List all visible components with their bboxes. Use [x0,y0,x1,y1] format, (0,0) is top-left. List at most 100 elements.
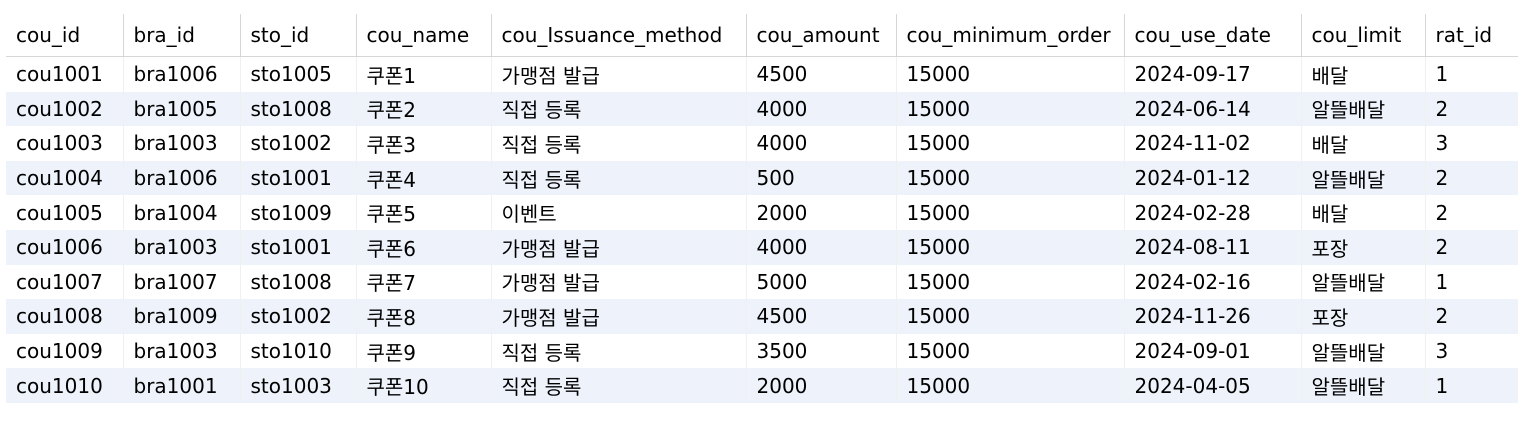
cell-bra-id[interactable]: bra1004 [123,195,241,230]
table-row[interactable]: cou1009 bra1003 sto1010 쿠폰9 직접 등록 3500 15000 20… [6,333,1518,369]
cell-cou-minimum-order[interactable]: 15000 [896,299,1125,334]
column-header-cou-amount[interactable]: cou_amount [746,14,897,57]
cell-cou-limit[interactable]: 알뜰배달 [1301,91,1426,127]
cell-sto-id[interactable]: sto1010 [240,333,357,369]
cell-bra-id[interactable]: bra1005 [123,91,241,127]
cell-cou-amount[interactable]: 4500 [746,56,897,92]
cell-sto-id[interactable]: sto1009 [240,195,357,230]
column-header-rat-id[interactable]: rat_id [1425,14,1518,57]
cell-cou-limit[interactable]: 포장 [1301,229,1426,265]
column-header-cou-minimum-order[interactable]: cou_minimum_order [896,14,1125,57]
column-header-cou-name[interactable]: cou_name [356,14,492,57]
cell-bra-id[interactable]: bra1003 [123,229,241,265]
cell-cou-limit[interactable]: 포장 [1301,299,1426,334]
cell-cou-name[interactable]: 쿠폰5 [356,195,492,230]
column-header-cou-id[interactable]: cou_id [6,14,124,57]
cell-cou-name[interactable]: 쿠폰1 [356,56,492,92]
cell-cou-use-date[interactable]: 2024-11-26 [1124,299,1302,334]
cell-cou-limit[interactable]: 배달 [1301,195,1426,230]
cell-cou-amount[interactable]: 5000 [746,264,897,300]
cell-cou-limit[interactable]: 알뜰배달 [1301,333,1426,369]
table-row[interactable]: cou1007 bra1007 sto1008 쿠폰7 가맹점 발급 5000 15000 2… [6,264,1518,300]
cell-cou-issuance-method[interactable]: 직접 등록 [491,160,747,196]
cell-cou-minimum-order[interactable]: 15000 [896,368,1125,403]
cell-rat-id[interactable]: 2 [1425,91,1518,127]
cell-sto-id[interactable]: sto1008 [240,91,357,127]
cell-cou-name[interactable]: 쿠폰9 [356,333,492,369]
cell-cou-id[interactable]: cou1001 [6,56,124,92]
cell-cou-name[interactable]: 쿠폰3 [356,126,492,161]
table-row[interactable]: cou1004 bra1006 sto1001 쿠폰4 직접 등록 500 15000 202… [6,160,1518,196]
cell-cou-limit[interactable]: 알뜰배달 [1301,160,1426,196]
cell-bra-id[interactable]: bra1009 [123,299,241,334]
cell-sto-id[interactable]: sto1001 [240,229,357,265]
cell-cou-amount[interactable]: 3500 [746,333,897,369]
cell-cou-use-date[interactable]: 2024-09-17 [1124,56,1302,92]
cell-cou-issuance-method[interactable]: 직접 등록 [491,126,747,161]
cell-bra-id[interactable]: bra1003 [123,333,241,369]
cell-cou-minimum-order[interactable]: 15000 [896,160,1125,196]
cell-cou-id[interactable]: cou1005 [6,195,124,230]
cell-cou-minimum-order[interactable]: 15000 [896,333,1125,369]
cell-cou-minimum-order[interactable]: 15000 [896,264,1125,300]
cell-cou-name[interactable]: 쿠폰4 [356,160,492,196]
cell-cou-id[interactable]: cou1010 [6,368,124,403]
cell-bra-id[interactable]: bra1006 [123,56,241,92]
cell-cou-use-date[interactable]: 2024-09-01 [1124,333,1302,369]
table-row[interactable]: cou1005 bra1004 sto1009 쿠폰5 이벤트 2000 15000 2024… [6,195,1518,230]
cell-cou-amount[interactable]: 4000 [746,91,897,127]
column-header-cou-use-date[interactable]: cou_use_date [1124,14,1302,57]
cell-sto-id[interactable]: sto1002 [240,299,357,334]
cell-cou-minimum-order[interactable]: 15000 [896,126,1125,161]
cell-cou-id[interactable]: cou1008 [6,299,124,334]
cell-cou-name[interactable]: 쿠폰10 [356,368,492,403]
cell-rat-id[interactable]: 2 [1425,299,1518,334]
cell-cou-use-date[interactable]: 2024-02-28 [1124,195,1302,230]
cell-sto-id[interactable]: sto1002 [240,126,357,161]
table-row[interactable]: cou1002 bra1005 sto1008 쿠폰2 직접 등록 4000 15000 20… [6,91,1518,127]
cell-cou-limit[interactable]: 알뜰배달 [1301,368,1426,403]
cell-cou-issuance-method[interactable]: 가맹점 발급 [491,229,747,265]
cell-cou-minimum-order[interactable]: 15000 [896,56,1125,92]
cell-cou-amount[interactable]: 500 [746,160,897,196]
column-header-sto-id[interactable]: sto_id [240,14,357,57]
cell-rat-id[interactable]: 2 [1425,195,1518,230]
cell-cou-name[interactable]: 쿠폰6 [356,229,492,265]
column-header-cou-issuance-method[interactable]: cou_Issuance_method [491,14,747,57]
table-row[interactable]: cou1010 bra1001 sto1003 쿠폰10 직접 등록 2000 15000 2… [6,368,1518,403]
cell-cou-amount[interactable]: 2000 [746,195,897,230]
column-header-cou-limit[interactable]: cou_limit [1301,14,1426,57]
cell-sto-id[interactable]: sto1008 [240,264,357,300]
cell-cou-issuance-method[interactable]: 직접 등록 [491,333,747,369]
cell-rat-id[interactable]: 3 [1425,126,1518,161]
cell-rat-id[interactable]: 1 [1425,368,1518,403]
cell-cou-id[interactable]: cou1002 [6,91,124,127]
cell-cou-use-date[interactable]: 2024-06-14 [1124,91,1302,127]
cell-cou-amount[interactable]: 4500 [746,299,897,334]
cell-cou-use-date[interactable]: 2024-08-11 [1124,229,1302,265]
cell-cou-id[interactable]: cou1009 [6,333,124,369]
table-row[interactable]: cou1003 bra1003 sto1002 쿠폰3 직접 등록 4000 15000 20… [6,126,1518,161]
cell-cou-minimum-order[interactable]: 15000 [896,195,1125,230]
cell-bra-id[interactable]: bra1007 [123,264,241,300]
table-row[interactable]: cou1006 bra1003 sto1001 쿠폰6 가맹점 발급 4000 15000 2… [6,229,1518,265]
cell-cou-use-date[interactable]: 2024-04-05 [1124,368,1302,403]
cell-cou-id[interactable]: cou1003 [6,126,124,161]
cell-sto-id[interactable]: sto1003 [240,368,357,403]
table-row[interactable]: cou1001 bra1006 sto1005 쿠폰1 가맹점 발급 4500 15000 2… [6,56,1518,92]
cell-bra-id[interactable]: bra1003 [123,126,241,161]
cell-cou-id[interactable]: cou1006 [6,229,124,265]
cell-rat-id[interactable]: 1 [1425,56,1518,92]
cell-cou-limit[interactable]: 알뜰배달 [1301,264,1426,300]
cell-cou-limit[interactable]: 배달 [1301,56,1426,92]
cell-cou-id[interactable]: cou1004 [6,160,124,196]
cell-cou-limit[interactable]: 배달 [1301,126,1426,161]
cell-cou-issuance-method[interactable]: 이벤트 [491,195,747,230]
cell-sto-id[interactable]: sto1001 [240,160,357,196]
cell-cou-use-date[interactable]: 2024-11-02 [1124,126,1302,161]
cell-bra-id[interactable]: bra1006 [123,160,241,196]
cell-cou-issuance-method[interactable]: 가맹점 발급 [491,56,747,92]
cell-rat-id[interactable]: 2 [1425,160,1518,196]
cell-rat-id[interactable]: 2 [1425,229,1518,265]
cell-rat-id[interactable]: 3 [1425,333,1518,369]
